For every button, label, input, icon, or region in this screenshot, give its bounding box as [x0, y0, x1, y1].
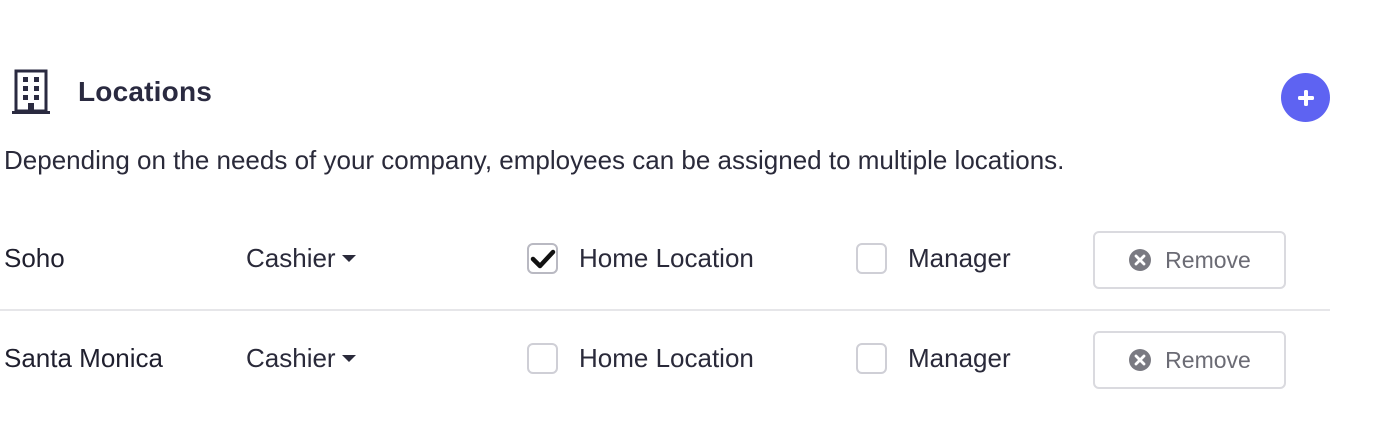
home-location-label: Home Location — [579, 243, 754, 273]
remove-location-button[interactable]: Remove — [1093, 231, 1286, 289]
caret-down-icon — [341, 355, 356, 362]
locations-panel: Locations Depending on the needs of your… — [0, 0, 1382, 430]
manager-option: Manager — [856, 343, 1011, 374]
location-row: Soho Cashier Home Location Manager Remov… — [0, 231, 1330, 289]
section-title: Locations — [78, 76, 213, 107]
remove-label: Remove — [1165, 246, 1251, 273]
checkmark-icon — [530, 249, 555, 268]
manager-checkbox[interactable] — [856, 343, 887, 374]
remove-location-button[interactable]: Remove — [1093, 331, 1286, 389]
manager-checkbox[interactable] — [856, 243, 887, 274]
manager-label: Manager — [908, 343, 1011, 373]
home-location-option: Home Location — [527, 343, 754, 374]
section-description: Depending on the needs of your company, … — [4, 145, 1065, 175]
role-dropdown[interactable]: Cashier — [246, 343, 356, 374]
close-circle-icon — [1129, 249, 1152, 271]
row-divider — [0, 309, 1330, 311]
home-location-label: Home Location — [579, 343, 754, 373]
section-header: Locations — [12, 68, 212, 116]
caret-down-icon — [341, 255, 356, 262]
role-dropdown-value: Cashier — [246, 243, 336, 273]
role-dropdown[interactable]: Cashier — [246, 243, 356, 274]
close-circle-icon — [1129, 349, 1152, 371]
location-row: Santa Monica Cashier Home Location Manag… — [0, 331, 1330, 389]
add-location-button[interactable] — [1281, 73, 1330, 122]
building-icon — [12, 69, 50, 114]
manager-label: Manager — [908, 243, 1011, 273]
home-location-checkbox[interactable] — [527, 343, 558, 374]
location-name: Soho — [4, 243, 65, 273]
home-location-option: Home Location — [527, 243, 754, 274]
location-name: Santa Monica — [4, 343, 163, 373]
manager-option: Manager — [856, 243, 1011, 274]
remove-label: Remove — [1165, 346, 1251, 373]
home-location-checkbox[interactable] — [527, 243, 558, 274]
role-dropdown-value: Cashier — [246, 343, 336, 373]
plus-icon — [1297, 89, 1314, 106]
